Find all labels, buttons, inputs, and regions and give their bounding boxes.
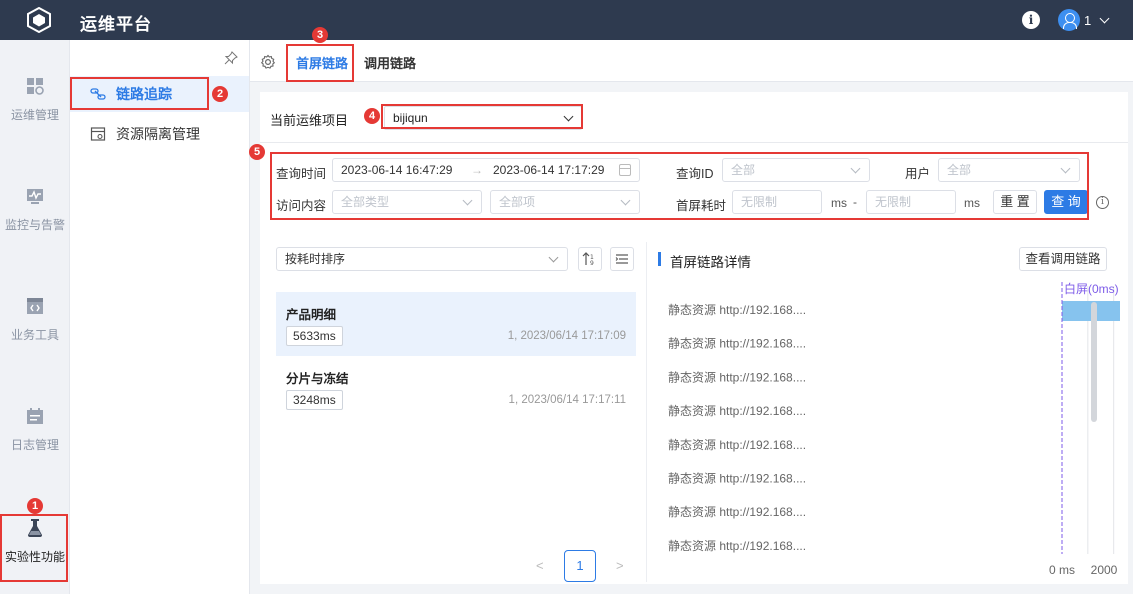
annotation-badge: 1 [27,498,43,514]
sort-icon: 1 9 [582,252,594,267]
tab-bar: 首屏链路 调用链路 [250,40,1133,82]
list-item-meta: 1, 2023/06/14 17:17:09 [507,330,626,342]
annotation-box [270,152,1089,220]
chart-category-label: 静态资源 http://192.168.... [668,404,806,418]
dashboard-icon [27,78,44,95]
chevron-down-icon [548,252,559,263]
nav-item-monitor[interactable]: 监控与告警 [0,186,70,246]
resource-isolation-icon [90,127,106,141]
chart-category-label: 静态资源 http://192.168.... [668,539,806,553]
pager-prev[interactable]: < [536,558,544,573]
view-call-chain-button[interactable]: 查看调用链路 [1019,247,1107,271]
app-logo-icon[interactable] [26,7,52,33]
detail-title: 首屏链路详情 [670,255,751,270]
section-accent [658,252,661,266]
list-item[interactable]: 分片与冻结 3248ms 1, 2023/06/14 17:17:11 [276,356,636,420]
duration-badge: 3248ms [286,390,343,410]
waterfall-chart: 静态资源 http://192.168.... 静态资源 http://192.1… [668,282,1120,577]
pin-icon[interactable] [224,51,238,65]
nav-item-label: 日志管理 [10,438,59,452]
annotation-box [286,44,354,82]
annotation-badge: 3 [312,27,328,43]
chart-category-label: 静态资源 http://192.168.... [668,337,806,351]
user-menu[interactable]: 1 [1058,9,1110,31]
nav-item-label: 业务工具 [10,328,59,342]
user-name[interactable]: 1 [1084,13,1091,28]
divider [260,142,1128,143]
submenu-item-label: 资源隔离管理 [116,126,200,142]
panel-divider [646,242,647,582]
monitor-icon [27,189,43,204]
sort-select[interactable]: 按耗时排序 [276,247,568,271]
list-item[interactable]: 产品明细 5633ms 1, 2023/06/14 17:17:09 [276,292,636,356]
list-item-title: 产品明细 [286,308,337,322]
list-view-button[interactable] [610,247,634,271]
nav-item-ops[interactable]: 运维管理 [0,76,70,136]
project-label: 当前运维项目 [270,113,349,128]
annotation-badge: 5 [249,144,265,160]
top-bar: 运维平台 i 1 [0,0,1133,40]
svg-text:9: 9 [590,260,594,267]
nav-item-logs[interactable]: 日志管理 [0,406,70,466]
chart-category-label: 静态资源 http://192.168.... [668,370,806,384]
app-title: 运维平台 [80,15,152,34]
user-avatar-icon[interactable] [1058,9,1080,31]
list-icon [615,254,628,264]
sort-select-value: 按耗时排序 [285,252,346,266]
chart-tick-label: 2000 ms [1091,563,1120,577]
chart-category-label: 静态资源 http://192.168.... [668,438,806,452]
list-item-title: 分片与冻结 [286,372,349,386]
duration-badge: 5633ms [286,326,343,346]
sub-menu: 链路追踪 资源隔离管理 [70,40,250,594]
chart-category-label: 静态资源 http://192.168.... [668,303,806,317]
calendar-log-icon [27,408,43,424]
chart-category-label: 静态资源 http://192.168.... [668,472,806,486]
chart-marker-label: 白屏(0ms) [1064,282,1119,296]
chart-tick-label: 0 ms [1049,563,1075,577]
annotation-box [70,77,209,110]
nav-item-label: 运维管理 [10,108,59,122]
pager-page[interactable]: 1 [564,550,596,582]
chart-category-label: 静态资源 http://192.168.... [668,505,806,519]
info-icon[interactable]: i [1022,11,1040,29]
nav-item-tools[interactable]: 业务工具 [0,296,70,356]
tab-call-chain[interactable]: 调用链路 [364,53,416,72]
annotation-badge: 4 [364,108,380,124]
annotation-box [381,104,583,129]
code-window-icon [27,298,43,314]
submenu-item-isolation[interactable]: 资源隔离管理 [70,116,249,152]
annotation-badge: 2 [212,86,228,102]
list-item-meta: 1, 2023/06/14 17:17:11 [508,394,626,406]
nav-item-label: 监控与告警 [4,218,65,232]
sort-order-button[interactable]: 1 9 [578,247,602,271]
chart-scrollbar[interactable] [1091,302,1097,422]
annotation-box [0,514,68,582]
pager-next[interactable]: > [616,558,624,573]
chevron-down-icon[interactable] [1099,13,1110,23]
gear-icon[interactable] [260,54,276,70]
help-icon[interactable]: i [1096,196,1109,209]
